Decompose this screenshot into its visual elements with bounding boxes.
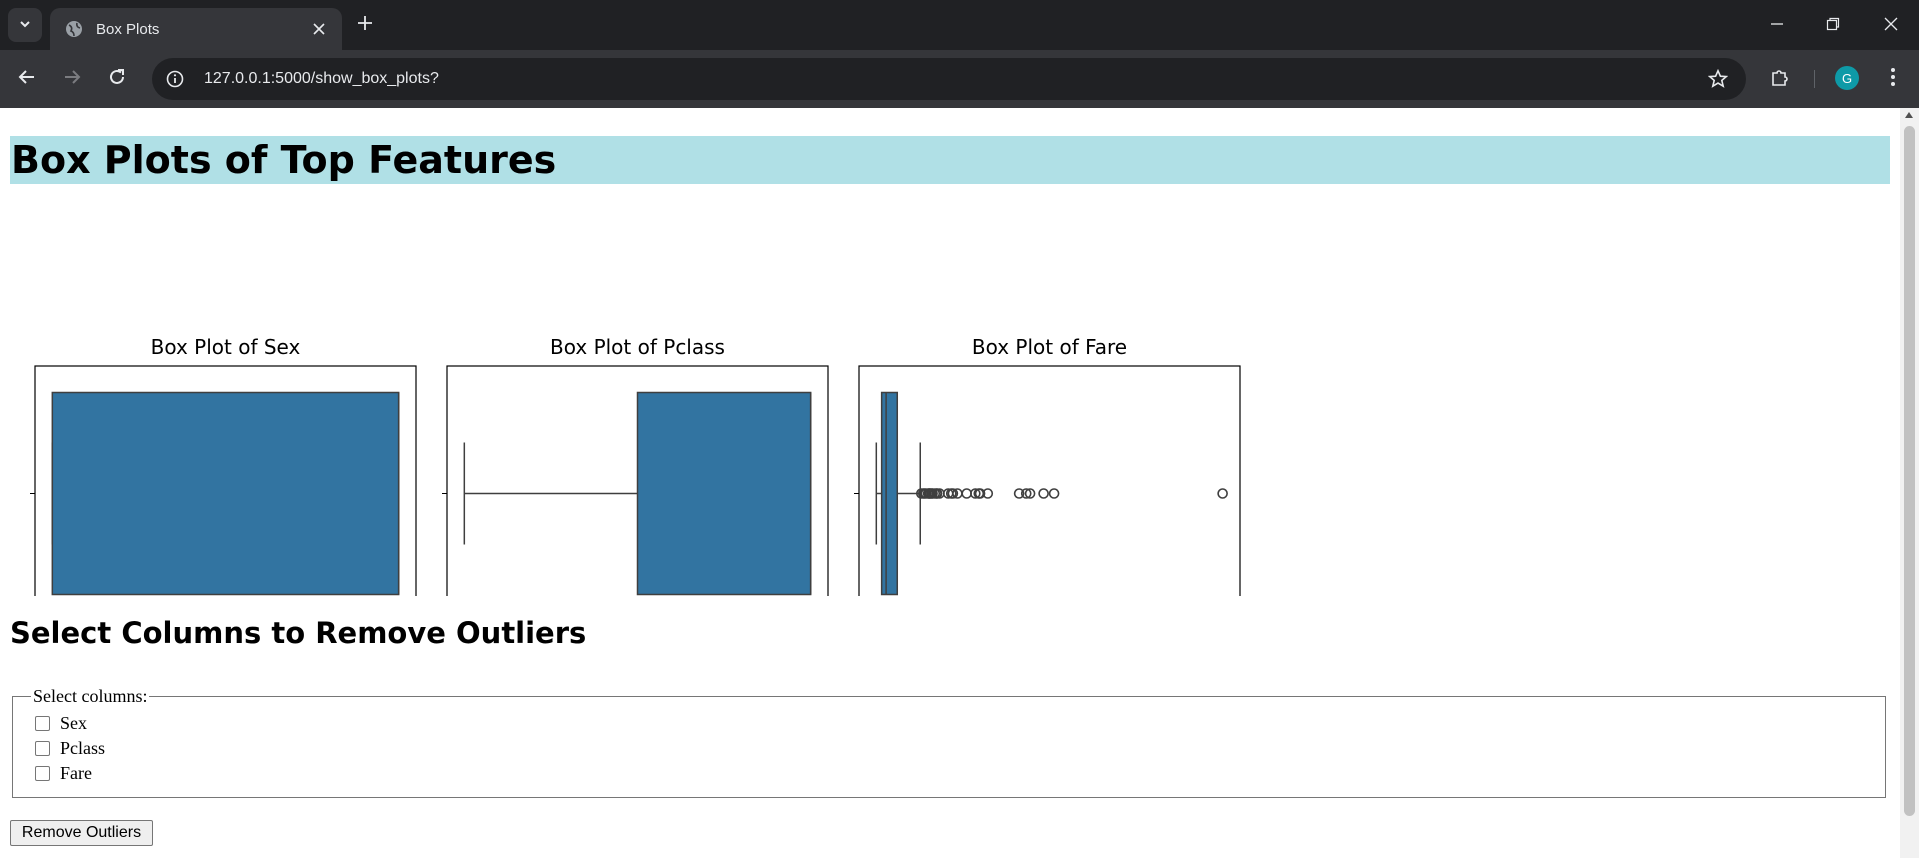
page-title: Box Plots of Top Features [10,136,1890,184]
info-icon[interactable] [164,68,186,90]
plus-icon [357,15,373,35]
extensions-button[interactable] [1765,64,1795,94]
reload-button[interactable] [102,64,132,94]
outlier-point [961,488,972,499]
box-fare [880,391,899,596]
checkbox-sex[interactable] [35,716,50,731]
browser-menu-button[interactable] [1878,64,1908,94]
outlier-point [1048,488,1060,499]
minimize-button[interactable] [1762,10,1792,40]
arrow-left-icon [18,68,36,90]
star-icon[interactable] [1706,67,1730,91]
chevron-down-icon [18,16,32,35]
restore-icon [1826,16,1840,35]
option-fare[interactable]: Fare [31,761,1867,786]
box-plots-figure: Box Plot of Sex0.00.20.40.60.81.0SexBox … [10,216,1250,596]
close-icon [1884,16,1898,35]
remove-outliers-button[interactable]: Remove Outliers [10,820,153,846]
toolbar-separator [1814,70,1815,88]
plot-frame-fare [858,365,1241,596]
new-tab-button[interactable] [352,12,378,38]
checkbox-fare[interactable] [35,766,50,781]
forward-button[interactable] [57,64,87,94]
back-button[interactable] [12,64,42,94]
option-label: Fare [60,763,92,783]
scrollbar-thumb[interactable] [1904,126,1915,816]
scroll-up-arrow[interactable] [1905,112,1913,118]
reload-icon [108,68,126,90]
columns-fieldset: Select columns: Sex Pclass Fare [12,686,1886,798]
restore-button[interactable] [1818,10,1848,40]
tab-strip: Box Plots [0,0,1919,50]
kebab-menu-icon [1890,67,1896,91]
box-plots-svg: Box Plot of Sex0.00.20.40.60.81.0SexBox … [30,335,1241,596]
globe-icon [64,19,84,39]
outlier-point [1217,488,1228,499]
option-label: Sex [60,713,87,733]
minimize-icon [1770,16,1784,35]
puzzle-icon [1770,67,1790,91]
checkbox-pclass[interactable] [35,741,50,756]
profile-avatar[interactable]: G [1835,66,1859,90]
arrow-right-icon [63,68,81,90]
section-title: Select Columns to Remove Outliers [10,616,587,650]
plot-title-pclass: Box Plot of Pclass [550,335,725,359]
tab-search-button[interactable] [8,8,42,42]
close-window-button[interactable] [1876,10,1906,40]
page-scrollbar[interactable] [1900,108,1919,858]
outlier-point [1038,488,1049,499]
address-bar[interactable]: 127.0.0.1:5000/show_box_plots? [152,58,1746,100]
box-sex [51,391,400,596]
fieldset-legend: Select columns: [33,686,148,706]
option-pclass[interactable]: Pclass [31,736,1867,761]
option-label: Pclass [60,738,105,758]
box-pclass [636,391,812,596]
url-text[interactable]: 127.0.0.1:5000/show_box_plots? [204,70,1706,88]
plot-title-fare: Box Plot of Fare [972,335,1127,359]
browser-toolbar: 127.0.0.1:5000/show_box_plots? [0,50,1919,108]
active-tab[interactable]: Box Plots [50,8,342,50]
tab-title: Box Plots [96,20,160,38]
option-sex[interactable]: Sex [31,711,1867,736]
plot-title-sex: Box Plot of Sex [151,335,301,359]
close-icon[interactable] [308,18,330,40]
page-viewport: Box Plots of Top Features Box Plot of Se… [0,108,1900,858]
